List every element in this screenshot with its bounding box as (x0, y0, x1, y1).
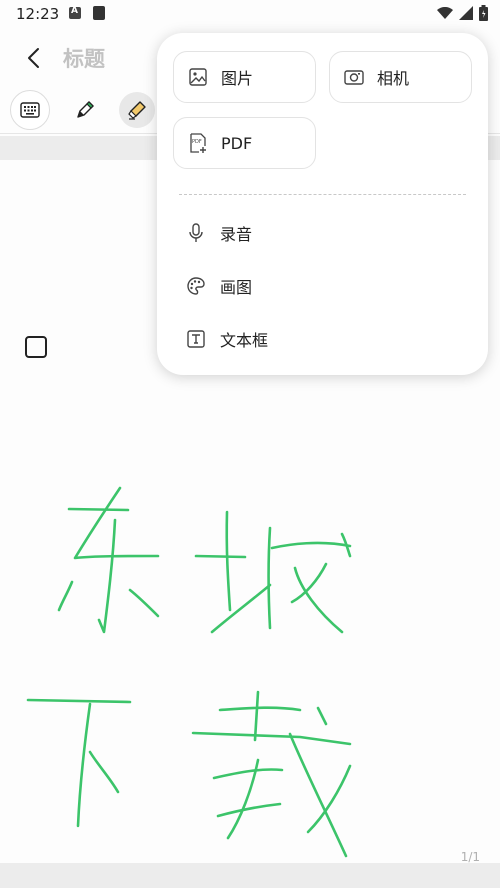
palette-icon (185, 275, 207, 297)
svg-text:PDF: PDF (192, 139, 202, 145)
sd-card-icon (93, 6, 105, 20)
back-icon[interactable] (20, 44, 48, 72)
insert-pdf-label: PDF (221, 133, 253, 153)
image-icon (187, 66, 209, 88)
checklist-checkbox[interactable] (25, 336, 47, 358)
insert-draw-item[interactable]: 画图 (173, 266, 472, 306)
page-indicator: 1/1 (460, 850, 480, 864)
bottom-bar (0, 863, 500, 888)
insert-textbox-item[interactable]: 文本框 (173, 319, 472, 359)
battery-icon (479, 5, 488, 21)
camera-icon (343, 66, 365, 88)
pen-button[interactable] (67, 92, 103, 128)
status-time: 12:23 (16, 5, 60, 23)
signal-icon (459, 6, 473, 20)
insert-camera-button[interactable]: 相机 (329, 51, 472, 103)
pdf-icon: PDF (187, 132, 209, 154)
insert-record-item[interactable]: 录音 (173, 213, 472, 253)
wifi-icon (437, 6, 453, 19)
status-right-icons (437, 5, 488, 21)
insert-image-button[interactable]: 图片 (173, 51, 316, 103)
insert-image-label: 图片 (221, 69, 254, 88)
handwriting-strokes (26, 486, 352, 858)
keyboard-button[interactable] (10, 90, 50, 130)
textbox-icon (185, 328, 207, 350)
notification-a-icon (69, 6, 81, 19)
keyboard-icon (20, 102, 40, 118)
menu-divider (179, 194, 466, 195)
insert-camera-label: 相机 (377, 69, 410, 88)
insert-menu: 图片 相机 PDF PDF 录音 画图 文本框 (157, 33, 488, 375)
microphone-icon (185, 222, 207, 244)
title-input[interactable]: 标题 (63, 43, 105, 73)
insert-pdf-button[interactable]: PDF PDF (173, 117, 316, 169)
pen-icon (77, 101, 94, 118)
insert-draw-label: 画图 (220, 278, 253, 297)
highlighter-icon (128, 101, 146, 120)
status-bar: 12:23 (0, 0, 500, 28)
highlighter-button[interactable] (119, 92, 155, 128)
insert-textbox-label: 文本框 (220, 331, 269, 350)
insert-record-label: 录音 (220, 225, 253, 244)
